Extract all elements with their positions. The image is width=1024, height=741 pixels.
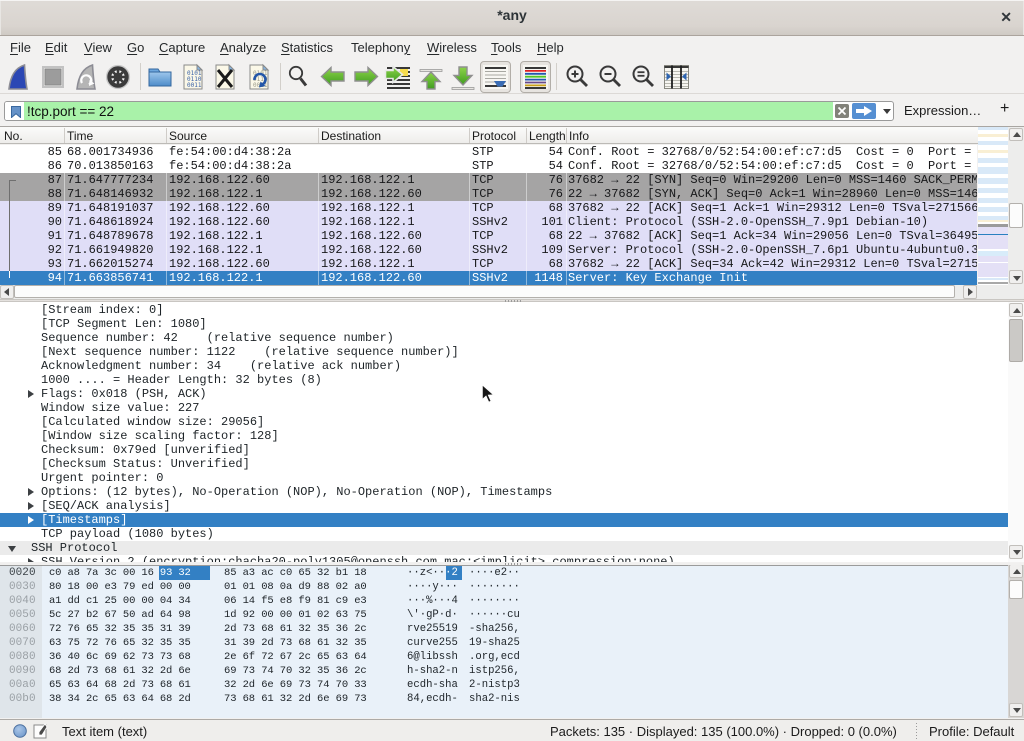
svg-text:0011: 0011 [187,82,202,89]
